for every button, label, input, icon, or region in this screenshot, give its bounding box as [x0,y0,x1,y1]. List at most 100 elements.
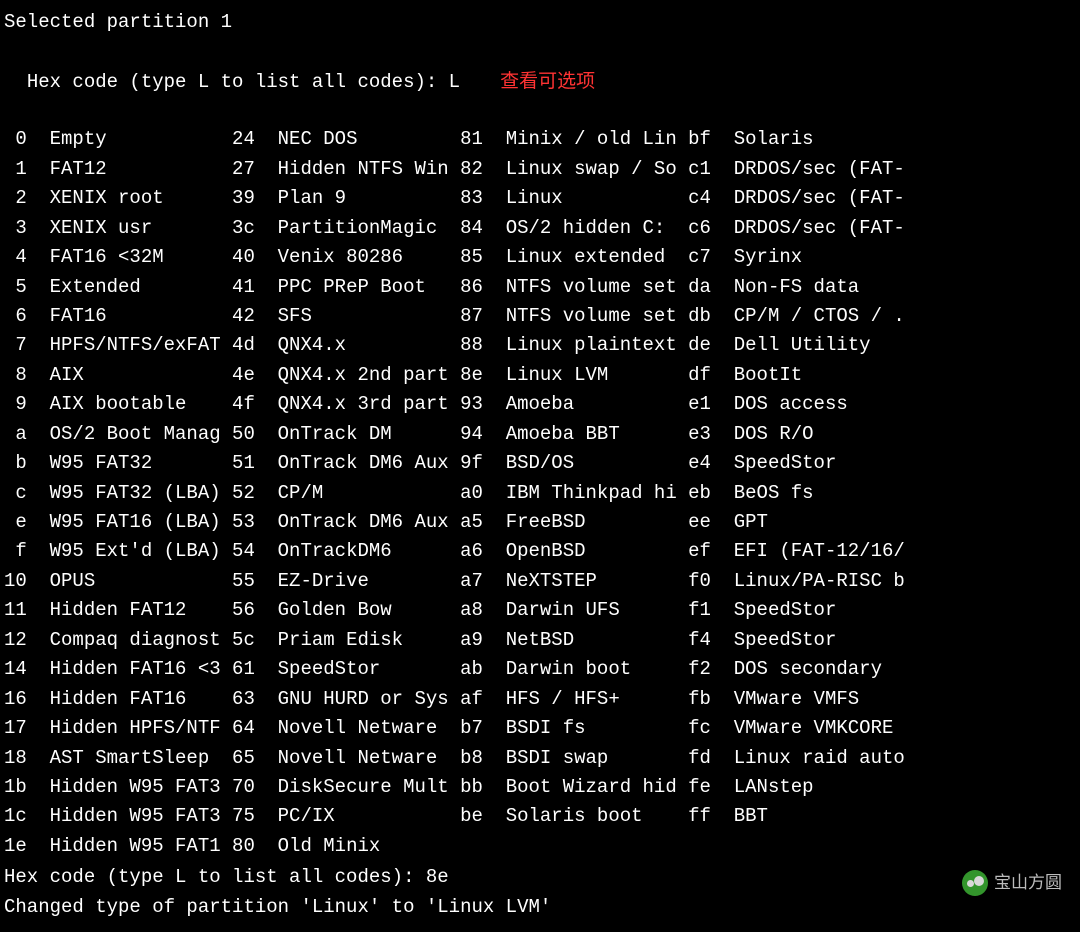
partition-type-cell: db CP/M / CTOS / . [688,302,916,331]
partition-type-cell: 27 Hidden NTFS Win [232,155,460,184]
partition-type-cell: ef EFI (FAT-12/16/ [688,537,916,566]
partition-type-cell: 1 FAT12 [4,155,232,184]
partition-type-cell: bb Boot Wizard hid [460,773,688,802]
partition-type-cell: a5 FreeBSD [460,508,688,537]
partition-type-cell: c7 Syrinx [688,243,916,272]
partition-type-cell: be Solaris boot [460,802,688,831]
partition-type-cell: 8e Linux LVM [460,361,688,390]
partition-type-cell: 81 Minix / old Lin [460,125,688,154]
partition-type-cell: a9 NetBSD [460,626,688,655]
table-row: 14 Hidden FAT16 <3 61 SpeedStor ab Darwi… [4,655,1076,684]
table-row: 4 FAT16 <32M 40 Venix 80286 85 Linux ext… [4,243,1076,272]
partition-type-cell: 4e QNX4.x 2nd part [232,361,460,390]
partition-type-cell: fb VMware VMFS [688,685,916,714]
partition-type-cell: eb BeOS fs [688,479,916,508]
table-row: 6 FAT16 42 SFS 87 NTFS volume set db CP/… [4,302,1076,331]
partition-type-cell: b7 BSDI fs [460,714,688,743]
watermark: 宝山方圆 [962,870,1062,896]
partition-type-cell: a0 IBM Thinkpad hi [460,479,688,508]
partition-type-table: 0 Empty 24 NEC DOS 81 Minix / old Lin bf… [4,125,1076,861]
partition-type-cell: 51 OnTrack DM6 Aux [232,449,460,478]
wechat-icon [962,870,988,896]
table-row: 16 Hidden FAT16 63 GNU HURD or Sys af HF… [4,685,1076,714]
partition-type-cell: 16 Hidden FAT16 [4,685,232,714]
partition-type-cell: 0 Empty [4,125,232,154]
partition-type-cell: 1e Hidden W95 FAT1 [4,832,232,861]
partition-type-cell: 7 HPFS/NTFS/exFAT [4,331,232,360]
partition-type-cell: 84 OS/2 hidden C: [460,214,688,243]
partition-type-cell: 4 FAT16 <32M [4,243,232,272]
table-row: 1c Hidden W95 FAT3 75 PC/IX be Solaris b… [4,802,1076,831]
partition-type-cell: a8 Darwin UFS [460,596,688,625]
hex-prompt-2[interactable]: Hex code (type L to list all codes): 8e [4,863,1076,892]
partition-type-cell: 93 Amoeba [460,390,688,419]
partition-type-cell: c4 DRDOS/sec (FAT- [688,184,916,213]
partition-type-cell: e W95 FAT16 (LBA) [4,508,232,537]
table-row: 17 Hidden HPFS/NTF 64 Novell Netware b7 … [4,714,1076,743]
partition-type-cell: 70 DiskSecure Mult [232,773,460,802]
table-row: 1 FAT12 27 Hidden NTFS Win 82 Linux swap… [4,155,1076,184]
partition-type-cell: 8 AIX [4,361,232,390]
partition-type-cell: bf Solaris [688,125,916,154]
partition-type-cell: 86 NTFS volume set [460,273,688,302]
partition-type-cell: ab Darwin boot [460,655,688,684]
partition-type-cell: fc VMware VMKCORE [688,714,916,743]
partition-type-cell: 12 Compaq diagnost [4,626,232,655]
partition-type-cell: 61 SpeedStor [232,655,460,684]
partition-type-cell: 55 EZ-Drive [232,567,460,596]
partition-type-cell: 56 Golden Bow [232,596,460,625]
partition-type-cell: de Dell Utility [688,331,916,360]
partition-type-cell: 5c Priam Edisk [232,626,460,655]
table-row: e W95 FAT16 (LBA) 53 OnTrack DM6 Aux a5 … [4,508,1076,537]
hex-prompt-1[interactable]: Hex code (type L to list all codes): L [27,71,460,93]
partition-type-cell: f0 Linux/PA-RISC b [688,567,916,596]
partition-type-cell: b8 BSDI swap [460,744,688,773]
table-row: 2 XENIX root 39 Plan 9 83 Linux c4 DRDOS… [4,184,1076,213]
partition-type-cell: 5 Extended [4,273,232,302]
partition-type-cell: 4d QNX4.x [232,331,460,360]
partition-type-cell: a6 OpenBSD [460,537,688,566]
table-row: f W95 Ext'd (LBA) 54 OnTrackDM6 a6 OpenB… [4,537,1076,566]
partition-type-cell: 65 Novell Netware [232,744,460,773]
partition-type-cell: 18 AST SmartSleep [4,744,232,773]
hex-prompt-line: Hex code (type L to list all codes): L查看… [4,37,1076,97]
partition-type-cell: a OS/2 Boot Manag [4,420,232,449]
partition-type-cell: c W95 FAT32 (LBA) [4,479,232,508]
table-row: 5 Extended 41 PPC PReP Boot 86 NTFS volu… [4,273,1076,302]
table-row: 3 XENIX usr 3c PartitionMagic 84 OS/2 hi… [4,214,1076,243]
partition-type-cell: 50 OnTrack DM [232,420,460,449]
partition-type-cell: 9f BSD/OS [460,449,688,478]
partition-type-cell: fd Linux raid auto [688,744,916,773]
partition-type-cell: b W95 FAT32 [4,449,232,478]
table-row: 7 HPFS/NTFS/exFAT 4d QNX4.x 88 Linux pla… [4,331,1076,360]
partition-type-cell: 83 Linux [460,184,688,213]
table-row: 18 AST SmartSleep 65 Novell Netware b8 B… [4,744,1076,773]
partition-type-cell: 40 Venix 80286 [232,243,460,272]
partition-type-cell: c1 DRDOS/sec (FAT- [688,155,916,184]
partition-type-cell: 87 NTFS volume set [460,302,688,331]
partition-type-cell: 1c Hidden W95 FAT3 [4,802,232,831]
table-row: 11 Hidden FAT12 56 Golden Bow a8 Darwin … [4,596,1076,625]
partition-type-cell: 41 PPC PReP Boot [232,273,460,302]
partition-type-cell: a7 NeXTSTEP [460,567,688,596]
partition-type-cell: 54 OnTrackDM6 [232,537,460,566]
partition-type-cell: 24 NEC DOS [232,125,460,154]
partition-type-cell: f1 SpeedStor [688,596,916,625]
partition-type-cell: af HFS / HFS+ [460,685,688,714]
partition-type-cell: 6 FAT16 [4,302,232,331]
partition-type-cell: 85 Linux extended [460,243,688,272]
partition-type-cell: f4 SpeedStor [688,626,916,655]
partition-type-cell: e1 DOS access [688,390,916,419]
partition-type-cell: 1b Hidden W95 FAT3 [4,773,232,802]
partition-type-cell: 39 Plan 9 [232,184,460,213]
table-row: c W95 FAT32 (LBA) 52 CP/M a0 IBM Thinkpa… [4,479,1076,508]
table-row: 10 OPUS 55 EZ-Drive a7 NeXTSTEP f0 Linux… [4,567,1076,596]
table-row: 8 AIX 4e QNX4.x 2nd part 8e Linux LVM df… [4,361,1076,390]
partition-type-cell: e3 DOS R/O [688,420,916,449]
partition-type-cell: 80 Old Minix [232,832,460,861]
partition-type-cell: 64 Novell Netware [232,714,460,743]
partition-type-cell: 88 Linux plaintext [460,331,688,360]
table-row: a OS/2 Boot Manag 50 OnTrack DM 94 Amoeb… [4,420,1076,449]
table-row: b W95 FAT32 51 OnTrack DM6 Aux 9f BSD/OS… [4,449,1076,478]
partition-type-cell: 42 SFS [232,302,460,331]
